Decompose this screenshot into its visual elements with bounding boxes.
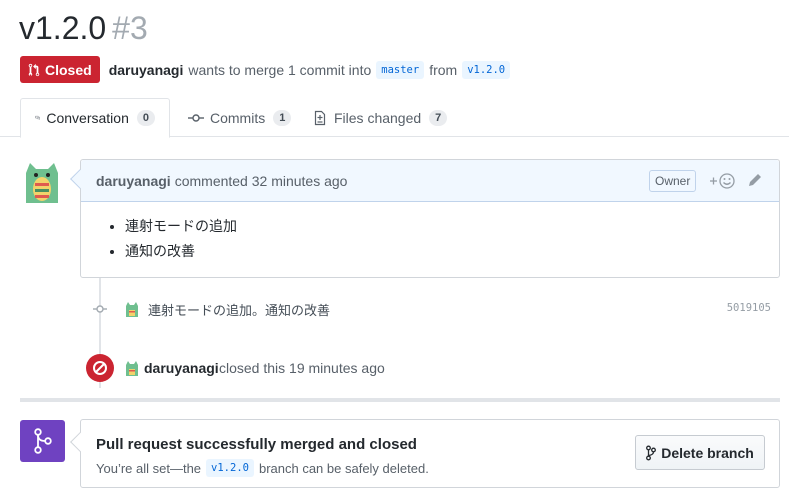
state-badge: Closed — [20, 56, 100, 83]
pr-title: v1.2.0 #3 — [19, 10, 148, 47]
tab-commits-count: 1 — [273, 109, 292, 126]
head-branch[interactable]: v1.2.0 — [462, 60, 511, 79]
git-commit-icon — [93, 305, 107, 313]
pr-tabs: Conversation 0 Commits 1 Files changed 7 — [0, 98, 789, 138]
avatar-image — [20, 159, 64, 203]
tab-conversation-count: 0 — [136, 110, 155, 126]
pr-author-link[interactable]: daruyanagi — [109, 62, 184, 78]
comment-list-item: 通知の改善 — [125, 239, 764, 264]
merge-sub-prefix: You’re all set—the — [96, 460, 202, 476]
merge-text: wants to merge 1 commit into — [188, 61, 372, 78]
comment-author-link[interactable]: daruyanagi — [96, 173, 171, 189]
pr-title-text: v1.2.0 — [19, 10, 107, 46]
merged-branch[interactable]: v1.2.0 — [206, 459, 254, 477]
closed-event-text: closed this 19 minutes ago — [219, 360, 385, 376]
tab-files-count: 7 — [429, 109, 448, 126]
base-branch[interactable]: master — [376, 60, 425, 79]
comment-header: daruyanagi commented 32 minutes ago Owne… — [81, 160, 779, 202]
tab-conversation-label: Conversation — [46, 110, 129, 126]
add-reaction-button[interactable] — [708, 171, 738, 191]
timeline-divider — [20, 398, 780, 402]
closed-event: daruyanagi closed this 19 minutes ago — [86, 354, 786, 382]
from-text: from — [429, 61, 458, 78]
tab-commits[interactable]: Commits 1 — [174, 98, 305, 137]
file-diff-icon — [314, 110, 326, 125]
delete-branch-label: Delete branch — [661, 444, 754, 461]
closer-author-link[interactable]: daruyanagi — [144, 360, 219, 376]
commit-row: 連射モードの追加。通知の改善 5019105 — [90, 296, 780, 322]
tab-files-changed[interactable]: Files changed 7 — [298, 98, 461, 137]
merge-status-title: Pull request successfully merged and clo… — [96, 436, 417, 453]
comment-list-item: 連射モードの追加 — [125, 214, 764, 239]
avatar[interactable] — [20, 159, 64, 203]
merge-sub-suffix: branch can be safely deleted. — [258, 460, 429, 476]
tab-conversation[interactable]: Conversation 0 — [20, 98, 170, 138]
git-commit-icon — [188, 113, 204, 122]
delete-branch-button[interactable]: Delete branch — [635, 435, 765, 470]
comment-timestamp[interactable]: commented 32 minutes ago — [175, 173, 348, 189]
closer-avatar[interactable] — [124, 360, 140, 376]
pr-number: #3 — [112, 10, 148, 46]
owner-label: Owner — [649, 170, 697, 192]
closed-badge — [86, 354, 114, 382]
comment-discussion-icon — [35, 115, 41, 120]
pull-request-icon — [28, 63, 40, 76]
git-branch-icon — [646, 445, 657, 460]
avatar-image — [124, 301, 140, 317]
pr-meta: Closed daruyanagi wants to merge 1 commi… — [20, 56, 511, 83]
state-label: Closed — [45, 61, 92, 78]
merge-status-subtitle: You’re all set—the v1.2.0 branch can be … — [96, 459, 429, 477]
comment-box: daruyanagi commented 32 minutes ago Owne… — [70, 159, 780, 278]
commit-message-link[interactable]: 連射モードの追加。通知の改善 — [148, 300, 330, 319]
circle-slash-icon — [93, 361, 107, 375]
avatar-image — [124, 360, 140, 376]
merge-status-box: Pull request successfully merged and clo… — [70, 419, 780, 488]
pencil-icon — [749, 174, 761, 186]
merge-box-arrow — [70, 432, 90, 452]
tab-commits-label: Commits — [210, 109, 266, 126]
tab-files-label: Files changed — [334, 109, 422, 126]
merge-status-icon — [20, 420, 65, 462]
smiley-icon — [710, 173, 735, 189]
git-merge-icon — [33, 428, 52, 454]
comment-body: 連射モードの追加 通知の改善 — [81, 202, 779, 264]
edit-comment-button[interactable] — [746, 171, 766, 191]
commit-author-avatar[interactable] — [124, 301, 140, 317]
commit-sha-link[interactable]: 5019105 — [727, 302, 771, 314]
